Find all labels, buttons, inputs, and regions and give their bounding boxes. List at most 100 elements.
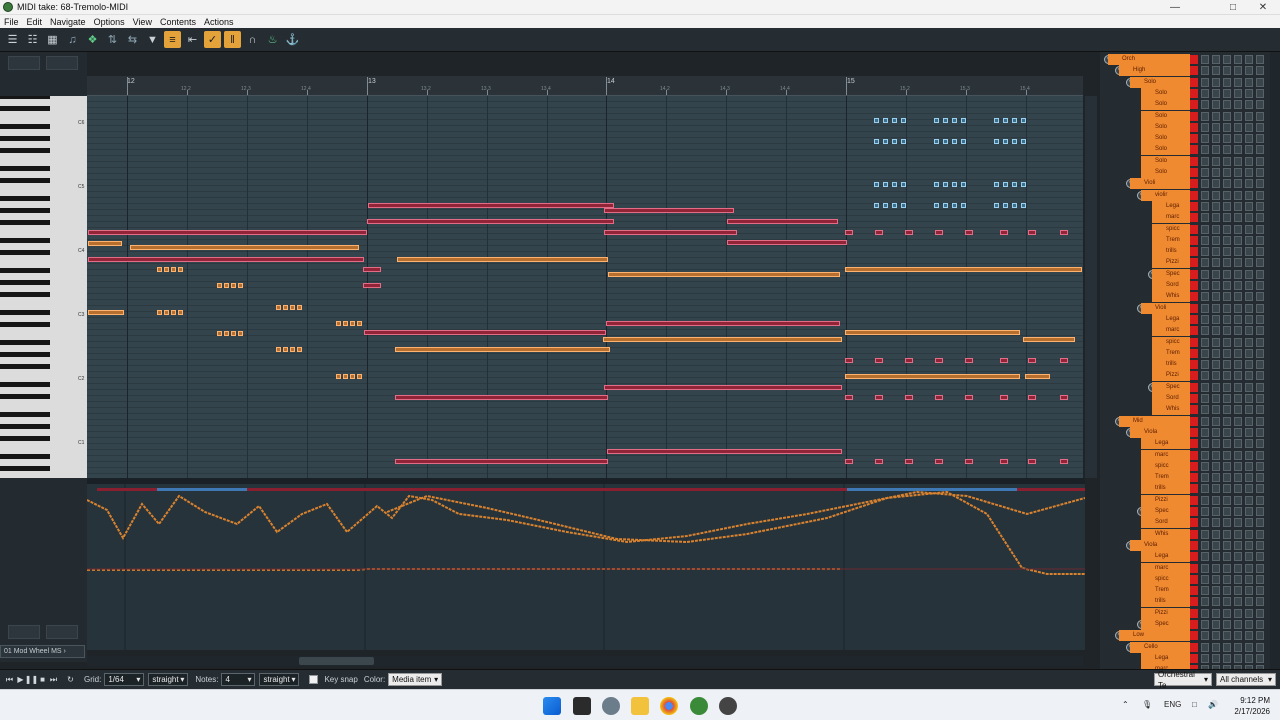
midi-icon[interactable] — [1245, 303, 1253, 313]
midi-icon[interactable] — [1245, 213, 1253, 223]
record-arm-button[interactable] — [1190, 563, 1198, 573]
track-name[interactable]: Spec — [1141, 506, 1190, 517]
black-key[interactable] — [0, 424, 50, 429]
key-snap-checkbox[interactable] — [309, 675, 319, 684]
midi-note[interactable] — [608, 272, 840, 277]
phase-icon[interactable] — [1212, 122, 1220, 132]
track-row[interactable]: Whis — [1100, 404, 1270, 416]
midi-note[interactable] — [1060, 459, 1068, 464]
midi-icon[interactable] — [1245, 473, 1253, 483]
midi-note[interactable] — [1060, 358, 1068, 363]
phase-icon[interactable] — [1212, 303, 1220, 313]
solo-icon[interactable] — [1234, 66, 1242, 76]
lock-icon[interactable] — [1201, 190, 1209, 200]
midi-note[interactable] — [727, 219, 838, 224]
midi-note[interactable] — [952, 118, 957, 123]
track-name[interactable]: Solo — [1141, 133, 1190, 145]
midi-icon[interactable] — [1245, 77, 1253, 87]
solo-icon[interactable] — [1234, 235, 1242, 245]
midi-icon[interactable] — [1245, 642, 1253, 652]
track-row[interactable]: Trem — [1100, 585, 1270, 597]
midi-note[interactable] — [905, 358, 913, 363]
phase-icon[interactable] — [1212, 281, 1220, 290]
track-name[interactable]: Spec — [1141, 619, 1190, 630]
horizontal-scroll-thumb[interactable] — [299, 657, 374, 665]
track-row[interactable]: Pizzi — [1100, 607, 1270, 619]
lock-icon[interactable] — [1201, 224, 1209, 234]
black-key[interactable] — [0, 148, 50, 153]
midi-icon[interactable] — [1245, 450, 1253, 460]
track-row[interactable]: Trem — [1100, 472, 1270, 484]
eye-icon[interactable] — [1223, 394, 1231, 403]
black-key[interactable] — [0, 454, 50, 459]
midi-note[interactable] — [845, 395, 853, 400]
track-name[interactable]: Whis — [1141, 528, 1190, 540]
menu-options[interactable]: Options — [94, 17, 125, 27]
track-name[interactable]: trills — [1141, 483, 1190, 495]
track-name[interactable]: trills — [1141, 596, 1190, 608]
solo-icon[interactable] — [1234, 405, 1242, 415]
midi-note[interactable] — [604, 385, 842, 390]
record-arm-button[interactable] — [1190, 281, 1198, 290]
midi-note[interactable] — [363, 283, 381, 288]
track-name[interactable]: Lega — [1152, 200, 1190, 212]
track-name[interactable]: Solo — [1141, 144, 1190, 156]
mute-icon[interactable] — [1256, 360, 1264, 370]
black-key[interactable] — [0, 352, 50, 357]
phase-icon[interactable] — [1212, 540, 1220, 550]
midi-note[interactable] — [1060, 395, 1068, 400]
track-name[interactable]: Pizzi — [1152, 370, 1190, 382]
track-row[interactable]: ∨Spec — [1100, 381, 1270, 393]
midi-icon[interactable] — [1245, 269, 1253, 279]
quantize-icon[interactable]: ⇅ — [104, 31, 121, 48]
midi-icon[interactable] — [1245, 55, 1253, 64]
midi-note[interactable] — [943, 139, 948, 144]
track-name[interactable]: Violi — [1130, 178, 1190, 190]
track-name[interactable]: marc — [1141, 664, 1190, 669]
midi-icon[interactable] — [1245, 665, 1253, 669]
track-name[interactable]: Solo — [1141, 87, 1190, 99]
lock-icon[interactable] — [1201, 77, 1209, 87]
midi-note[interactable] — [874, 118, 879, 123]
lock-icon[interactable] — [1201, 122, 1209, 132]
midi-note[interactable] — [350, 374, 355, 379]
eye-icon[interactable] — [1223, 134, 1231, 144]
solo-icon[interactable] — [1234, 258, 1242, 268]
mute-icon[interactable] — [1256, 371, 1264, 381]
midi-note[interactable] — [892, 182, 897, 187]
record-arm-button[interactable] — [1190, 111, 1198, 121]
track-row[interactable]: Sord — [1100, 280, 1270, 291]
tray-chevron-up-icon[interactable]: ⌃ — [1122, 700, 1129, 709]
track-name[interactable]: violir — [1141, 189, 1190, 201]
track-row[interactable]: trills — [1100, 246, 1270, 258]
lock-icon[interactable] — [1201, 484, 1209, 494]
midi-note[interactable] — [157, 310, 162, 315]
midi-note[interactable] — [1012, 139, 1017, 144]
mute-icon[interactable] — [1256, 529, 1264, 539]
midi-note[interactable] — [905, 395, 913, 400]
channel-select[interactable]: All channels ▾ — [1216, 673, 1276, 686]
midi-note[interactable] — [88, 241, 122, 246]
midi-note[interactable] — [290, 347, 295, 352]
record-arm-button[interactable] — [1190, 337, 1198, 347]
track-name[interactable]: Viola — [1130, 539, 1190, 551]
mute-icon[interactable] — [1256, 179, 1264, 189]
midi-note[interactable] — [343, 374, 348, 379]
midi-note[interactable] — [297, 347, 302, 352]
track-row[interactable]: Trem — [1100, 234, 1270, 246]
mute-icon[interactable] — [1256, 348, 1264, 358]
eye-icon[interactable] — [1223, 608, 1231, 618]
midi-note[interactable] — [231, 331, 236, 336]
solo-icon[interactable] — [1234, 134, 1242, 144]
forward-icon[interactable]: ⏭ — [48, 674, 59, 686]
solo-icon[interactable] — [1234, 450, 1242, 460]
black-key[interactable] — [0, 466, 50, 471]
lock-icon[interactable] — [1201, 473, 1209, 483]
track-row[interactable]: ∨Viola — [1100, 426, 1270, 438]
record-arm-button[interactable] — [1190, 461, 1198, 471]
midi-note[interactable] — [367, 219, 614, 224]
midi-icon[interactable] — [1245, 168, 1253, 177]
lock-icon[interactable] — [1201, 360, 1209, 370]
track-row[interactable]: trills — [1100, 483, 1270, 495]
midi-note[interactable] — [905, 230, 913, 235]
